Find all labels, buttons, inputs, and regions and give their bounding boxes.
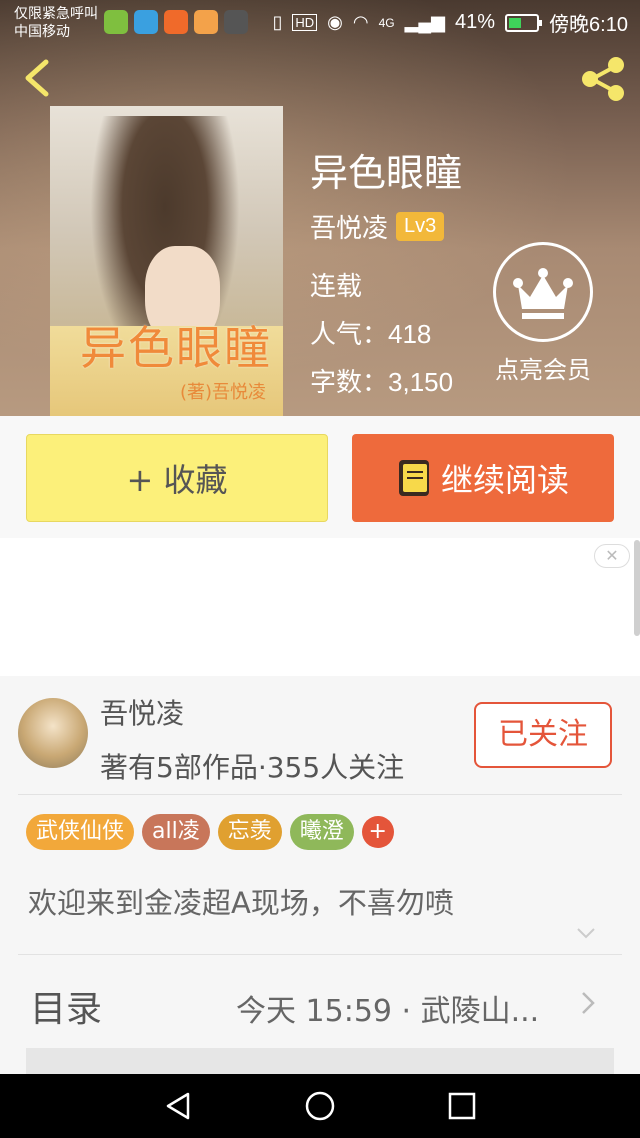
continue-reading-label: 继续阅读 <box>440 461 569 499</box>
word-count-label: 字数： <box>310 368 389 398</box>
author-card: 吾悦凌 著有5部作品·355人关注 已关注 武侠仙侠 all凌 忘羡 曦澄 + … <box>0 676 640 1074</box>
nav-home-icon[interactable] <box>302 1088 338 1124</box>
author-card-name[interactable]: 吾悦凌 <box>100 692 184 732</box>
catalog-row[interactable]: 目录 今天 15:59 · 武陵山... <box>0 966 640 1046</box>
tag-item[interactable]: all凌 <box>142 814 210 850</box>
crown-icon <box>513 268 573 319</box>
chevron-left-icon <box>25 59 49 97</box>
avatar[interactable] <box>18 698 88 768</box>
expand-description-icon[interactable] <box>576 926 596 940</box>
status-carrier: 仅限紧急呼叫 中国移动 <box>14 4 98 40</box>
serial-status: 连载 <box>310 272 363 302</box>
crown-icon-circle <box>493 242 593 342</box>
screen: 仅限紧急呼叫 中国移动 ▯ HD ◉ ◠ 4G ▂▄▆ 41% 傍晚6:10 异… <box>0 0 640 1138</box>
cover-title-art: 异色眼瞳 <box>80 321 272 375</box>
emergency-text: 仅限紧急呼叫 <box>14 5 98 21</box>
battery-percent: 41% <box>455 11 496 33</box>
tag-item[interactable]: 武侠仙侠 <box>26 814 135 850</box>
popularity-label: 人气： <box>310 320 389 350</box>
scrollbar[interactable] <box>634 540 640 636</box>
ad-banner: ✕ <box>0 538 640 676</box>
cover-author-art: (著)吾悦凌 <box>180 382 267 403</box>
battery-icon <box>505 13 543 32</box>
nav-back-icon[interactable] <box>160 1088 196 1124</box>
app-notification-icon <box>104 10 128 34</box>
collect-label: + 收藏 <box>126 461 228 499</box>
wifi-icon: ◠ <box>352 12 369 32</box>
signal-icon: ▂▄▆ <box>404 12 446 32</box>
author-card-stats: 著有5部作品·355人关注 <box>100 751 405 784</box>
book-title: 异色眼瞳 <box>310 151 463 195</box>
app-notification-icon <box>164 10 188 34</box>
content-strip <box>26 1048 614 1074</box>
share-icon <box>582 57 624 101</box>
carrier-name: 中国移动 <box>14 23 70 39</box>
more-tags-button[interactable]: + <box>361 816 394 848</box>
tag-item[interactable]: 忘羡 <box>217 814 282 850</box>
divider <box>18 954 622 955</box>
clock: 傍晚6:10 <box>549 14 628 36</box>
continue-reading-button[interactable]: 继续阅读 <box>352 434 614 522</box>
network-type: 4G <box>378 15 395 30</box>
collect-button[interactable]: + 收藏 <box>26 434 328 522</box>
vip-member-label: 点亮会员 <box>495 356 591 384</box>
word-count-value: 3,150 <box>388 367 454 397</box>
vibrate-icon: ▯ <box>272 12 283 32</box>
nav-recent-apps-icon[interactable] <box>444 1088 480 1124</box>
chevron-right-icon <box>582 992 595 1014</box>
catalog-label: 目录 <box>30 989 103 1030</box>
book-icon <box>398 460 429 496</box>
eye-icon: ◉ <box>327 12 343 32</box>
word-count-line: 字数：3,150 <box>310 362 453 399</box>
back-button[interactable] <box>18 56 58 100</box>
app-notification-icon <box>224 10 248 34</box>
book-description: 欢迎来到金凌超A现场，不喜勿喷 <box>28 886 454 920</box>
share-button[interactable] <box>578 54 628 104</box>
app-notification-icon <box>194 10 218 34</box>
latest-chapter-update: 今天 15:59 · 武陵山... <box>236 994 540 1029</box>
close-ad-button[interactable]: ✕ <box>594 544 630 568</box>
follow-button[interactable]: 已关注 <box>474 702 612 768</box>
status-indicators: ▯ HD ◉ ◠ 4G ▂▄▆ 41% 傍晚6:10 <box>272 8 628 37</box>
status-bar: 仅限紧急呼叫 中国移动 ▯ HD ◉ ◠ 4G ▂▄▆ 41% 傍晚6:10 <box>0 0 640 44</box>
notification-icons <box>104 10 248 34</box>
vip-member-button[interactable]: 点亮会员 <box>488 242 598 385</box>
level-badge: Lv3 <box>396 212 445 241</box>
divider <box>18 794 622 795</box>
tag-item[interactable]: 曦澄 <box>289 814 354 850</box>
action-bar: + 收藏 继续阅读 <box>0 416 640 538</box>
popularity-value: 418 <box>388 319 432 349</box>
book-cover[interactable]: 异色眼瞳 (著)吾悦凌 <box>50 106 283 416</box>
author-row[interactable]: 吾悦凌 Lv3 <box>310 208 445 245</box>
tag-list: 武侠仙侠 all凌 忘羡 曦澄 + <box>26 814 394 850</box>
author-name[interactable]: 吾悦凌 <box>310 208 388 245</box>
popularity-line: 人气：418 <box>310 314 431 351</box>
hd-icon: HD <box>292 14 318 31</box>
app-notification-icon <box>134 10 158 34</box>
system-nav-bar <box>0 1074 640 1138</box>
